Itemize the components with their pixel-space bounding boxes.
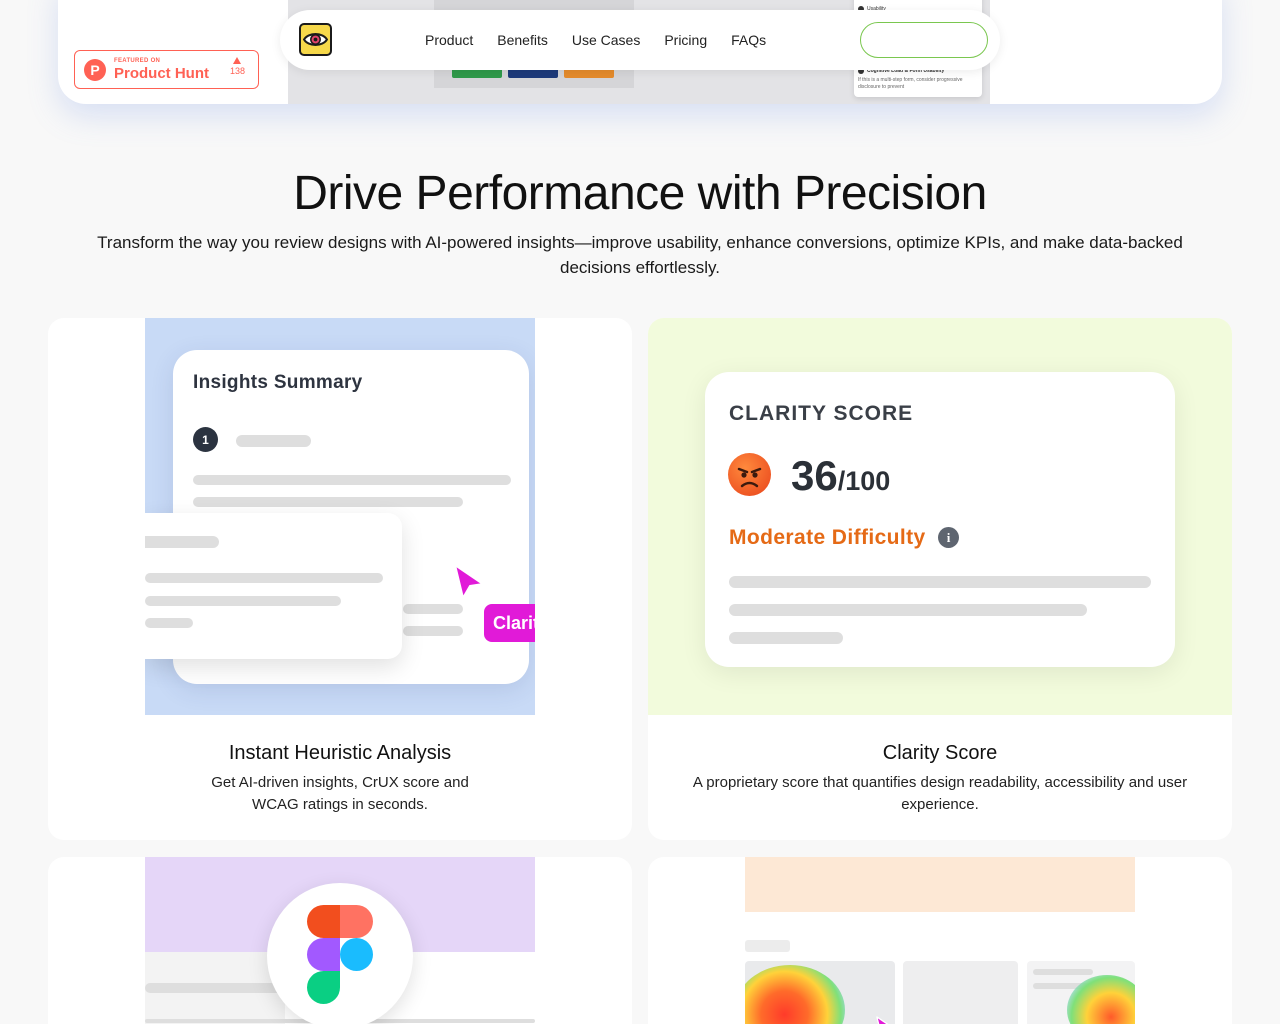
clarity-score-card: CLARITY SCORE 36/100 Moderate Difficulty…: [705, 372, 1175, 667]
heatmap-panel: [745, 961, 895, 1024]
card-title: Clarity Score: [882, 742, 998, 764]
heatmap-panel: [903, 961, 1018, 1024]
score-denominator: /100: [837, 466, 891, 496]
nav-link-benefits[interactable]: Benefits: [497, 32, 548, 48]
heatmap-visual-background: [745, 857, 1135, 912]
difficulty-level: Moderate Difficulty: [729, 526, 926, 549]
heatmap-visual: [745, 857, 1135, 1024]
feature-card-clarity-score: CLARITY SCORE 36/100 Moderate Difficulty…: [648, 318, 1232, 840]
placeholder-line: [145, 596, 341, 606]
placeholder-line: [193, 475, 511, 485]
upvote-arrow-icon: [233, 57, 242, 64]
placeholder-line: [403, 626, 463, 636]
section-title: Drive Performance with Precision: [293, 167, 987, 220]
clarity-score-visual: CLARITY SCORE 36/100 Moderate Difficulty…: [648, 318, 1232, 715]
figma-visual: [145, 857, 535, 1024]
placeholder-line: [145, 983, 285, 993]
feature-card-figma: [48, 857, 632, 1024]
card-title: Instant Heuristic Analysis: [228, 742, 452, 764]
nav-link-pricing[interactable]: Pricing: [664, 32, 707, 48]
placeholder-line: [745, 940, 790, 952]
heatmap-blob: [745, 965, 845, 1024]
cta-button[interactable]: [860, 22, 988, 58]
score-number: 36: [791, 452, 838, 499]
placeholder-line: [729, 604, 1087, 616]
card-description: Get AI-driven insights, CrUX score and W…: [211, 774, 469, 813]
info-icon[interactable]: i: [938, 527, 959, 548]
clarity-score-label: CLARITY SCORE: [729, 402, 914, 425]
placeholder-line: [729, 576, 1151, 588]
heatmap-panel: [1027, 961, 1135, 1024]
product-hunt-featured-label: FEATURED ON: [114, 58, 161, 64]
placeholder-line: [145, 618, 193, 628]
logo[interactable]: [299, 23, 332, 56]
cursor-icon: [454, 564, 484, 599]
figma-icon: [307, 905, 373, 1004]
placeholder-line: [236, 435, 311, 447]
clarity-tag: Clarity: [484, 604, 535, 642]
upvote-count: 138: [229, 66, 245, 76]
feature-card-heuristic: Insights Summary 1 Clarity Instant Heuri…: [48, 318, 632, 840]
feature-card-heatmap: [648, 857, 1232, 1024]
placeholder-line: [1033, 969, 1093, 975]
cursor-icon: [876, 1016, 889, 1024]
insights-summary-title: Insights Summary: [193, 372, 363, 393]
nav-link-product[interactable]: Product: [425, 32, 473, 48]
product-hunt-name: Product Hunt: [114, 65, 209, 82]
product-hunt-upvotes: 138: [230, 57, 245, 77]
placeholder-line: [193, 497, 463, 507]
insight-number-badge: 1: [193, 427, 218, 452]
product-hunt-logo-icon: P: [84, 58, 106, 81]
placeholder-line: [729, 632, 843, 644]
preview-note: If this is a multi-step form, consider p…: [858, 77, 963, 90]
nav-link-use-cases[interactable]: Use Cases: [572, 32, 640, 48]
navbar: Product Benefits Use Cases Pricing FAQs: [280, 10, 1000, 70]
nav-link-faqs[interactable]: FAQs: [731, 32, 766, 48]
figma-badge: [267, 883, 413, 1024]
placeholder-line: [145, 536, 219, 548]
card-description: A proprietary score that quantifies desi…: [692, 774, 1188, 813]
placeholder-line: [145, 573, 383, 583]
product-hunt-badge[interactable]: P FEATURED ON Product Hunt 138: [74, 50, 259, 89]
nav-links: Product Benefits Use Cases Pricing FAQs: [425, 10, 790, 70]
eye-icon: [302, 33, 329, 46]
angry-face-icon: [728, 453, 771, 496]
clarity-score-value: 36/100: [791, 452, 890, 500]
section-subtitle: Transform the way you review designs wit…: [97, 233, 1183, 277]
overlay-card: [145, 513, 402, 659]
heuristic-visual: Insights Summary 1 Clarity: [145, 318, 535, 715]
placeholder-line: [403, 604, 463, 614]
